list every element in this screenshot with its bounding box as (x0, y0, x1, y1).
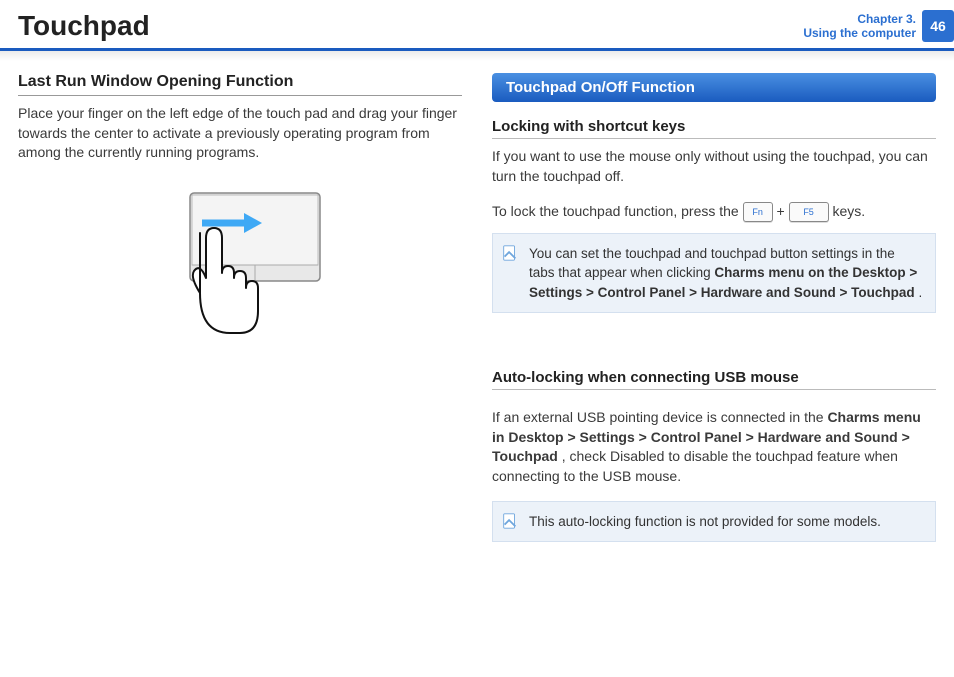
note-box-2: This auto-locking function is not provid… (492, 501, 936, 543)
note2-text: This auto-locking function is not provid… (529, 514, 881, 529)
chapter-line1: Chapter 3. (803, 12, 916, 26)
sub1-p2-b: keys. (832, 203, 865, 219)
left-paragraph: Place your finger on the left edge of th… (18, 104, 462, 163)
note-box-1: You can set the touchpad and touchpad bu… (492, 233, 936, 314)
page-header: Touchpad Chapter 3. Using the computer 4… (0, 0, 954, 51)
touchpad-swipe-icon (140, 183, 340, 353)
chapter-label: Chapter 3. Using the computer (803, 12, 922, 41)
header-right: Chapter 3. Using the computer 46 (803, 10, 954, 42)
sub1-heading: Locking with shortcut keys (492, 118, 936, 139)
right-pill-heading: Touchpad On/Off Function (492, 73, 936, 102)
chapter-line2: Using the computer (803, 26, 916, 40)
sub2-p-a: If an external USB pointing device is co… (492, 409, 827, 425)
plus-sign: + (777, 203, 789, 219)
note1-b: . (918, 285, 922, 300)
sub1-p2-a: To lock the touchpad function, press the (492, 203, 743, 219)
note-icon (501, 244, 519, 262)
touchpad-illustration (18, 183, 462, 358)
page-title: Touchpad (10, 10, 150, 42)
sub1-paragraph2: To lock the touchpad function, press the… (492, 200, 936, 222)
fn-key-icon: Fn (743, 202, 773, 222)
left-column: Last Run Window Opening Function Place y… (18, 73, 462, 560)
page-number-badge: 46 (922, 10, 954, 42)
note-icon (501, 512, 519, 530)
left-section-heading: Last Run Window Opening Function (18, 73, 462, 96)
f5-key-icon: F5 (789, 202, 829, 222)
sub2-heading: Auto-locking when connecting USB mouse (492, 369, 936, 390)
right-column: Touchpad On/Off Function Locking with sh… (492, 73, 936, 560)
header-shadow (0, 51, 954, 61)
content-columns: Last Run Window Opening Function Place y… (0, 61, 954, 560)
sub2-paragraph: If an external USB pointing device is co… (492, 408, 936, 486)
sub1-paragraph1: If you want to use the mouse only withou… (492, 147, 936, 186)
